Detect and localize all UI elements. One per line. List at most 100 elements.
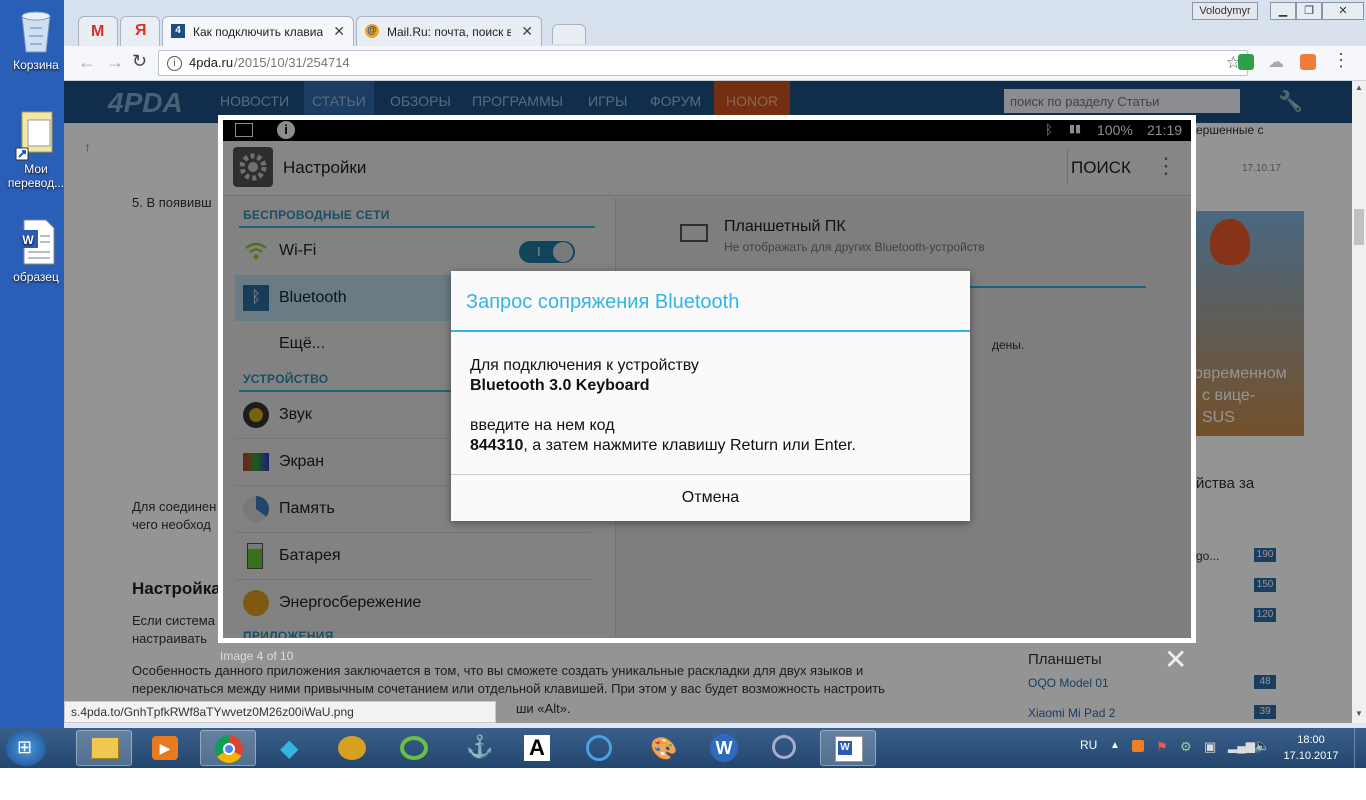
pairing-code: 844310 bbox=[470, 437, 524, 454]
lightbox-close-icon[interactable]: ✕ bbox=[1164, 643, 1187, 676]
desktop-icon-sample-doc[interactable]: W образец bbox=[4, 218, 68, 284]
word-document-icon: W bbox=[14, 218, 58, 266]
dialog-line: Для подключения к устройству bbox=[470, 357, 699, 374]
url-host: 4pda.ru bbox=[189, 55, 234, 70]
profile-name: Volodymyr bbox=[1199, 5, 1251, 17]
taskbar-paint[interactable]: 🎨 bbox=[634, 730, 690, 766]
magnifier-icon bbox=[586, 735, 612, 761]
taskbar-clock[interactable]: 18:00 17.10.2017 bbox=[1276, 732, 1346, 764]
maximize-button[interactable]: ❐ bbox=[1296, 2, 1322, 20]
dialog-device-name: Bluetooth 3.0 Keyboard bbox=[470, 377, 650, 394]
show-desktop-button[interactable] bbox=[1354, 728, 1366, 768]
taskbar-word[interactable]: W bbox=[820, 730, 876, 766]
play-icon: ▶ bbox=[152, 736, 178, 760]
taskbar-app-8[interactable]: A bbox=[510, 730, 566, 766]
tray-signal-icon[interactable]: ▂▄▆ bbox=[1228, 739, 1255, 753]
status-url: s.4pda.to/GnhTpfkRWf8aTYwvetz0M26z00iWaU… bbox=[71, 705, 354, 719]
extension-orange-icon[interactable] bbox=[1300, 54, 1316, 70]
show-hidden-icons-icon[interactable]: ▲ bbox=[1110, 740, 1120, 751]
info-icon[interactable]: i bbox=[167, 56, 182, 71]
extension-green-icon[interactable] bbox=[1238, 54, 1254, 70]
clock-date: 17.10.2017 bbox=[1283, 750, 1339, 762]
close-tab-icon[interactable]: ✕ bbox=[521, 23, 533, 40]
tab-mailru[interactable]: @ Mail.Ru: почта, поиск в ✕ bbox=[356, 16, 542, 46]
dialog-title-divider bbox=[451, 330, 970, 332]
tray-device-icon[interactable]: ▣ bbox=[1204, 739, 1216, 755]
lightbox-image-frame: i ᛒ ▮▮ 100% 21:19 Настройки ПОИСК ⋮ БЕСП… bbox=[218, 115, 1196, 643]
kodi-icon: ◆ bbox=[280, 735, 299, 762]
windows-logo-icon: ⊞ bbox=[17, 737, 33, 757]
tray-volume-icon[interactable]: 🔈 bbox=[1254, 738, 1270, 754]
close-window-button[interactable]: ✕ bbox=[1322, 2, 1364, 20]
taskbar-chrome[interactable] bbox=[200, 730, 256, 766]
folder-icon bbox=[91, 737, 119, 759]
yandex-icon: Я bbox=[135, 22, 147, 39]
font-a-icon: A bbox=[524, 735, 550, 761]
minimize-button[interactable]: ▁ bbox=[1270, 2, 1296, 20]
installer-icon: ⚓ bbox=[466, 734, 494, 759]
taskbar-app-5[interactable] bbox=[324, 730, 380, 766]
word-icon: W bbox=[835, 736, 863, 762]
tab-4pda-article[interactable]: 4 Как подключить клавиа ✕ bbox=[162, 16, 354, 46]
svg-text:W: W bbox=[22, 233, 34, 247]
tray-flag-icon[interactable]: ⚑ bbox=[1156, 739, 1168, 755]
browser-toolbar: ← → ↻ i 4pda.ru /2015/10/31/254714 ☆ ☁ ⋮ bbox=[64, 46, 1366, 81]
taskbar-app-12[interactable] bbox=[758, 730, 814, 766]
close-tab-icon[interactable]: ✕ bbox=[333, 23, 345, 40]
blank-area bbox=[0, 768, 1366, 800]
link-status-bubble: s.4pda.to/GnhTpfkRWf8aTYwvetz0M26z00iWaU… bbox=[64, 701, 496, 723]
forward-arrow-icon[interactable]: → bbox=[106, 52, 124, 73]
menu-kebab-icon[interactable]: ⋮ bbox=[1332, 50, 1350, 71]
tray-app-icon[interactable] bbox=[1132, 740, 1144, 752]
windows-taskbar: ⊞ ▶ ◆ ⚓ A 🎨 W W RU ▲ ⚑ ⚙ ▣ ▂▄▆ 🔈 18:00 1… bbox=[0, 728, 1366, 768]
browser-titlebar: M Я 4 Как подключить клавиа ✕ @ Mail.Ru:… bbox=[64, 0, 1366, 46]
start-button[interactable]: ⊞ bbox=[6, 730, 46, 766]
desktop-icon-my-translations[interactable]: Мои перевод... bbox=[4, 110, 68, 190]
4pda-favicon-icon: 4 bbox=[171, 24, 185, 38]
page-scrollbar[interactable]: ▲ ▼ bbox=[1352, 81, 1366, 723]
android-screenshot: i ᛒ ▮▮ 100% 21:19 Настройки ПОИСК ⋮ БЕСП… bbox=[223, 120, 1191, 638]
profile-button[interactable]: Volodymyr bbox=[1192, 2, 1258, 20]
sync-icon bbox=[400, 736, 428, 760]
url-path: /2015/10/31/254714 bbox=[234, 55, 350, 70]
tab-gmail[interactable]: M bbox=[78, 16, 118, 46]
scrollbar-thumb[interactable] bbox=[1354, 209, 1364, 245]
w-circle-icon: W bbox=[710, 734, 738, 762]
tab-title: Mail.Ru: почта, поиск в bbox=[387, 25, 511, 39]
desktop-icon-recycle-bin[interactable]: Корзина bbox=[4, 6, 68, 72]
dialog-title: Запрос сопряжения Bluetooth bbox=[466, 291, 740, 313]
mailru-favicon-icon: @ bbox=[365, 24, 379, 38]
taskbar-app-6[interactable] bbox=[386, 730, 442, 766]
taskbar-kodi[interactable]: ◆ bbox=[262, 730, 318, 766]
tab-yandex[interactable]: Я bbox=[120, 16, 160, 46]
desktop-icon-label: Мои перевод... bbox=[7, 162, 65, 190]
lightbox-counter: Image 4 of 10 bbox=[220, 649, 294, 663]
desktop-icon-label: Корзина bbox=[13, 58, 59, 72]
scroll-up-icon[interactable]: ▲ bbox=[1355, 83, 1363, 92]
folder-shortcut-icon bbox=[14, 110, 58, 161]
palette-icon: 🎨 bbox=[650, 736, 678, 761]
address-bar[interactable]: i 4pda.ru /2015/10/31/254714 ☆ bbox=[158, 50, 1248, 76]
search-gear-icon bbox=[772, 735, 796, 759]
desktop-icon-label: образец bbox=[13, 270, 59, 284]
chrome-icon bbox=[215, 735, 243, 763]
tab-title: Как подключить клавиа bbox=[193, 25, 323, 39]
cancel-button[interactable]: Отмена bbox=[451, 475, 970, 521]
scroll-down-icon[interactable]: ▼ bbox=[1355, 709, 1363, 718]
bluetooth-pairing-dialog: Запрос сопряжения Bluetooth Для подключе… bbox=[451, 271, 970, 521]
back-arrow-icon[interactable]: ← bbox=[78, 52, 96, 73]
taskbar-media-player[interactable]: ▶ bbox=[138, 730, 194, 766]
taskbar-explorer[interactable] bbox=[76, 730, 132, 766]
taskbar-app-9[interactable] bbox=[572, 730, 628, 766]
app-icon bbox=[338, 736, 366, 760]
reload-icon[interactable]: ↻ bbox=[132, 51, 147, 72]
dialog-line: введите на нем код bbox=[470, 417, 615, 434]
cloud-download-icon[interactable]: ☁ bbox=[1268, 52, 1284, 72]
clock-time: 18:00 bbox=[1297, 734, 1325, 746]
taskbar-app-11[interactable]: W bbox=[696, 730, 752, 766]
language-indicator[interactable]: RU bbox=[1080, 738, 1097, 752]
dialog-line: , а затем нажмите клавишу Return или Ent… bbox=[523, 437, 856, 454]
tray-network-share-icon[interactable]: ⚙ bbox=[1180, 739, 1192, 755]
new-tab-button[interactable] bbox=[552, 24, 586, 44]
taskbar-app-7[interactable]: ⚓ bbox=[448, 730, 504, 766]
